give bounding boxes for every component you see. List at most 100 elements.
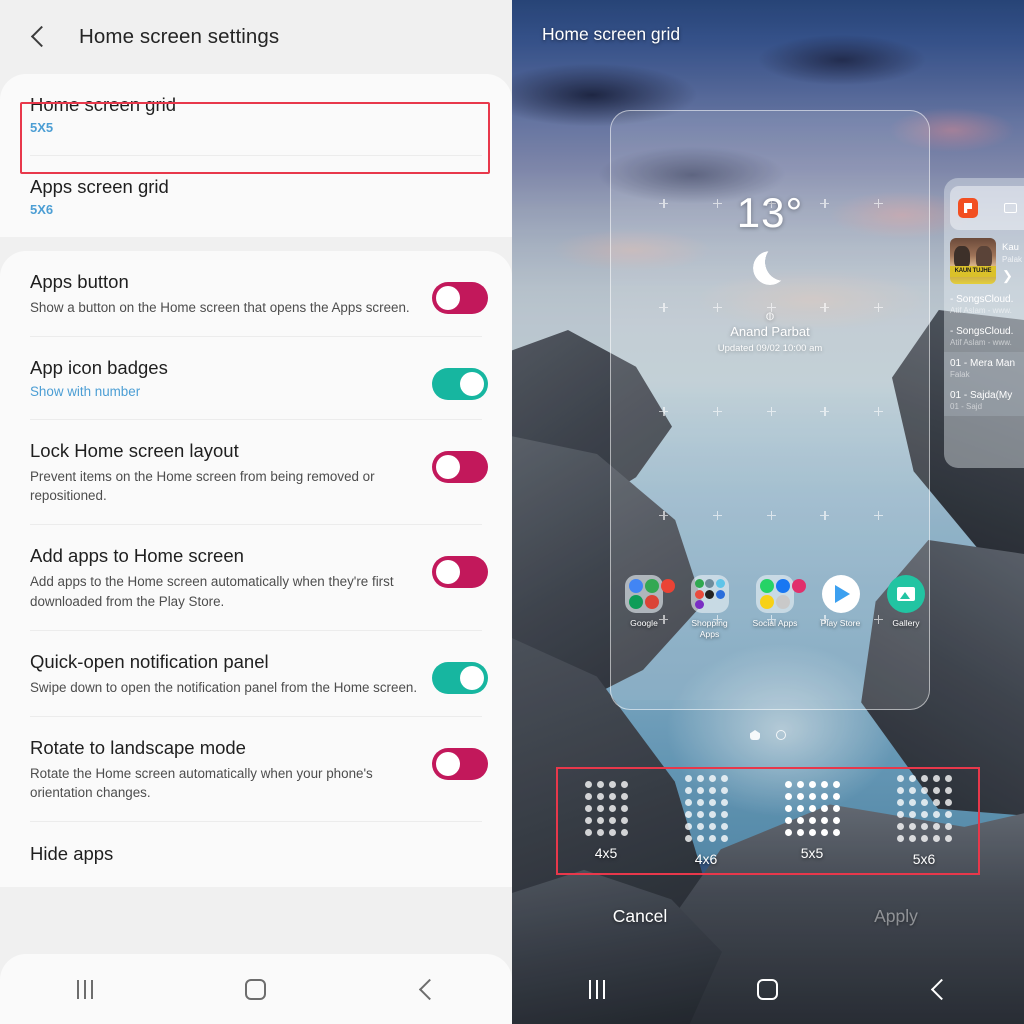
setting-value: Show with number — [30, 384, 141, 400]
list-item[interactable]: 01 - Sajda(My 01 - Sajd — [944, 384, 1024, 416]
setting-app-icon-badges[interactable]: App icon badges Show with number — [0, 337, 512, 419]
setting-value: 5X5 — [30, 120, 54, 136]
home-button[interactable] — [738, 964, 798, 1014]
setting-add-apps-to-home-screen[interactable]: Add apps to Home screen Add apps to the … — [0, 525, 512, 629]
setting-home-screen-grid[interactable]: Home screen grid 5X5 — [0, 74, 512, 155]
weather-location: Anand Parbat — [730, 324, 810, 339]
now-playing-artist: Palak — [1002, 255, 1023, 264]
track-title: - SongsCloud. — [950, 294, 1014, 305]
apply-button[interactable]: Apply — [768, 906, 1024, 927]
grid-dots-icon — [784, 781, 840, 836]
weather-widget[interactable]: 13° ◍ Anand Parbat Updated 09/02 10:00 a… — [611, 189, 929, 354]
grid-placement-marker — [820, 406, 830, 416]
page-dot-home-icon[interactable] — [750, 730, 760, 740]
setting-title: Apps screen grid — [30, 176, 169, 198]
now-playing-title: Kau — [1002, 242, 1019, 253]
app-google-folder[interactable]: Google — [616, 575, 675, 639]
flipboard-icon[interactable] — [958, 198, 978, 218]
page-title: Home screen settings — [79, 25, 280, 48]
app-gallery[interactable]: Gallery — [878, 575, 934, 639]
moon-icon — [753, 251, 787, 285]
setting-apps-button[interactable]: Apps button Show a button on the Home sc… — [0, 251, 512, 336]
back-chevron-icon[interactable] — [26, 24, 52, 50]
setting-description: Show a button on the Home screen that op… — [30, 300, 410, 316]
keyboard-icon[interactable] — [1004, 203, 1017, 213]
recents-button[interactable] — [55, 964, 115, 1014]
album-art: KAUN TUJHE — [950, 238, 996, 284]
section-gap — [0, 237, 512, 252]
next-icon[interactable]: ❯ — [1002, 268, 1024, 284]
folder-icon — [756, 575, 806, 613]
home-button[interactable] — [226, 964, 286, 1014]
toggle-quick-open-notification-panel[interactable] — [432, 661, 488, 694]
toggle-rotate-to-landscape-mode[interactable] — [432, 747, 488, 780]
grid-option-4x6[interactable]: 4x6 — [684, 775, 728, 867]
toggle-lock-home-screen-layout[interactable] — [432, 451, 488, 484]
setting-description: Add apps to the Home screen automaticall… — [30, 574, 394, 609]
settings-panel: Home screen settings Home screen grid 5X… — [0, 0, 512, 1024]
home-screen-preview-panel: Home screen grid 13° ◍ Anand Parbat Upda… — [512, 0, 1024, 1024]
app-label: Gallery — [892, 618, 920, 628]
setting-title: Apps button — [30, 271, 129, 293]
app-label: Google — [630, 618, 658, 628]
track-list[interactable]: - SongsCloud. Atif Aslam - www. - SongsC… — [944, 286, 1024, 416]
track-title: 01 - Mera Man — [950, 358, 1016, 369]
grid-option-4x5[interactable]: 4x5 — [584, 781, 628, 861]
grid-placement-marker — [712, 510, 722, 520]
app-social-apps-folder[interactable]: Social Apps — [747, 575, 806, 639]
back-button[interactable] — [909, 964, 969, 1014]
list-item[interactable]: - SongsCloud. Atif Aslam - www. — [950, 288, 1024, 320]
folder-icon — [625, 575, 675, 613]
grid-placement-marker — [820, 510, 830, 520]
grid-dots-icon — [684, 775, 728, 842]
album-art-text: KAUN TUJHE — [954, 268, 992, 274]
setting-rotate-to-landscape-mode[interactable]: Rotate to landscape mode Rotate the Home… — [0, 717, 512, 821]
dialog-actions: Cancel Apply — [512, 906, 1024, 927]
gallery-icon — [887, 575, 925, 613]
grid-option-5x6[interactable]: 5x6 — [896, 775, 952, 867]
music-player-widget[interactable]: KAUN TUJHE Kau Palak ❯ - SongsCloud. Ati… — [944, 178, 1024, 468]
folder-icon — [690, 575, 729, 613]
settings-scroll-area[interactable]: Home screen grid 5X5 Apps screen grid 5X… — [0, 74, 512, 940]
app-label: Social Apps — [752, 618, 798, 628]
recents-icon — [77, 979, 94, 999]
grid-placement-marker — [873, 510, 883, 520]
setting-hide-apps[interactable]: Hide apps — [0, 822, 512, 887]
toggle-app-icon-badges[interactable] — [432, 368, 488, 401]
app-label: Play Store — [820, 618, 861, 628]
grid-dots-icon — [896, 775, 952, 842]
setting-quick-open-notification-panel[interactable]: Quick-open notification panel Swipe down… — [0, 631, 512, 716]
back-button[interactable] — [397, 964, 457, 1014]
cancel-button[interactable]: Cancel — [512, 906, 768, 927]
now-playing: KAUN TUJHE Kau Palak ❯ — [944, 230, 1024, 286]
setting-title: Add apps to Home screen — [30, 545, 244, 567]
list-item[interactable]: - SongsCloud. Atif Aslam - www. — [950, 320, 1024, 352]
android-navigation-bar — [512, 954, 1024, 1024]
toggles-card: Apps button Show a button on the Home sc… — [0, 251, 512, 887]
preview-title: Home screen grid — [542, 24, 681, 44]
recents-button[interactable] — [567, 964, 627, 1014]
weather-updated: Updated 09/02 10:00 am — [717, 343, 823, 354]
grid-dots-icon — [584, 781, 628, 836]
toggle-apps-button[interactable] — [432, 282, 488, 315]
widget-toolbar — [950, 186, 1024, 230]
back-icon — [418, 978, 440, 1000]
setting-description: Prevent items on the Home screen from be… — [30, 469, 375, 504]
grid-placement-marker — [766, 510, 776, 520]
weather-temperature: 13° — [736, 189, 804, 236]
toggle-add-apps-to-home-screen[interactable] — [432, 556, 488, 589]
setting-apps-screen-grid[interactable]: Apps screen grid 5X6 — [0, 156, 512, 237]
app-dock-row: Google Shopping Apps Social Apps Play St… — [616, 575, 934, 639]
setting-lock-home-screen-layout[interactable]: Lock Home screen layout Prevent items on… — [0, 420, 512, 524]
grid-option-5x5[interactable]: 5x5 — [784, 781, 840, 861]
setting-title: Rotate to landscape mode — [30, 736, 246, 758]
setting-title: Home screen grid — [30, 94, 177, 115]
page-dot[interactable] — [776, 730, 786, 740]
grid-option-label: 4x5 — [594, 845, 618, 861]
list-item[interactable]: 01 - Mera Man Falak — [944, 352, 1024, 384]
grid-placement-marker — [873, 406, 883, 416]
app-play-store[interactable]: Play Store — [813, 575, 869, 639]
track-title: - SongsCloud. — [950, 326, 1014, 337]
setting-description: Rotate the Home screen automatically whe… — [30, 765, 373, 800]
app-shopping-apps-folder[interactable]: Shopping Apps — [682, 575, 738, 639]
